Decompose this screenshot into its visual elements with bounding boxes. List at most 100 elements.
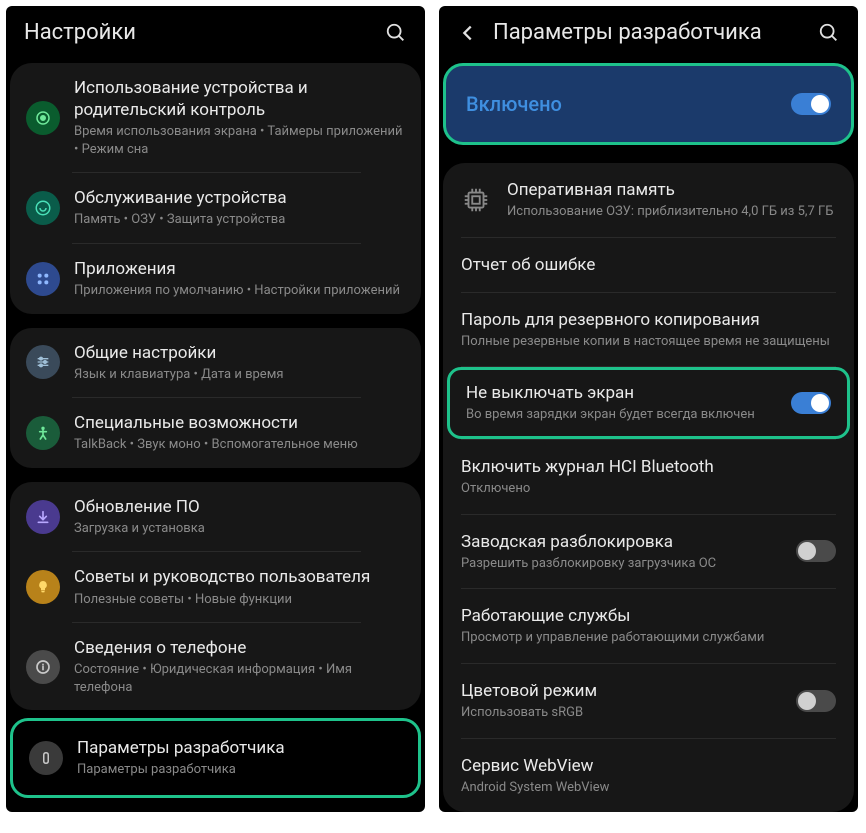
- dev-item-title: Отчет об ошибке: [461, 254, 836, 276]
- settings-item-apps[interactable]: Приложения Приложения по умолчанию • Нас…: [10, 244, 421, 314]
- enabled-label: Включено: [466, 92, 562, 116]
- tips-icon: [26, 570, 60, 604]
- settings-item-title: Приложения: [74, 258, 405, 280]
- settings-item-title: Параметры разработчика: [77, 737, 402, 759]
- settings-group: Общие настройки Язык и клавиатура • Дата…: [10, 328, 421, 468]
- dev-item-text: Отчет об ошибке: [461, 254, 836, 276]
- settings-item-sub: Приложения по умолчанию • Настройки прил…: [74, 282, 405, 300]
- settings-item-update[interactable]: Обновление ПО Загрузка и установка: [10, 482, 421, 552]
- settings-item-sub: TalkBack • Звук моно • Вспомогательное м…: [74, 436, 405, 454]
- settings-group: Использование устройства и родительский …: [10, 63, 421, 314]
- dev-item-backup-password[interactable]: Пароль для резервного копирования Полные…: [443, 293, 854, 367]
- page-title: Параметры разработчика: [493, 20, 804, 45]
- dev-item-oem-unlock[interactable]: Заводская разблокировка Разрешить разбло…: [443, 515, 854, 589]
- page-title: Настройки: [24, 20, 371, 45]
- developer-enabled-toggle[interactable]: [791, 93, 831, 115]
- general-icon: [26, 345, 60, 379]
- apps-icon: [26, 262, 60, 296]
- settings-item-title: Общие настройки: [74, 342, 405, 364]
- developer-options-screen: Параметры разработчика Включено Оператив…: [439, 6, 858, 812]
- settings-item-about[interactable]: Сведения о телефоне Состояние • Юридичес…: [10, 623, 421, 710]
- settings-item-text: Советы и руководство пользователя Полезн…: [74, 566, 405, 608]
- developer-icon: [29, 741, 63, 775]
- dev-item-bug-report[interactable]: Отчет об ошибке: [443, 238, 854, 292]
- back-icon[interactable]: [457, 22, 479, 44]
- dev-item-title: Пароль для резервного копирования: [461, 309, 836, 331]
- dev-item-bluetooth-hci[interactable]: Включить журнал HCI Bluetooth Отключено: [443, 440, 854, 514]
- dev-item-text: Заводская разблокировка Разрешить разбло…: [461, 531, 780, 573]
- settings-item-sub: Память • ОЗУ • Защита устройства: [74, 211, 405, 229]
- dev-item-title: Не выключать экран: [466, 382, 775, 404]
- developer-header: Параметры разработчика: [439, 6, 858, 63]
- dev-item-running-services[interactable]: Работающие службы Просмотр и управление …: [443, 589, 854, 663]
- dev-item-sub: Разрешить разблокировку загрузчика ОС: [461, 555, 780, 573]
- search-icon[interactable]: [818, 22, 840, 44]
- developer-options-list: Оперативная память Использование ОЗУ: пр…: [443, 163, 854, 812]
- dev-item-sub: Использовать sRGB: [461, 704, 780, 722]
- settings-item-title: Советы и руководство пользователя: [74, 566, 405, 588]
- device-care-icon: [26, 191, 60, 225]
- dev-item-text: Работающие службы Просмотр и управление …: [461, 605, 836, 647]
- settings-group: Обновление ПО Загрузка и установка Совет…: [10, 482, 421, 710]
- settings-item-text: Обслуживание устройства Память • ОЗУ • З…: [74, 187, 405, 229]
- settings-item-sub: Полезные советы • Новые функции: [74, 591, 405, 609]
- settings-item-developer[interactable]: Параметры разработчика Параметры разрабо…: [13, 721, 418, 795]
- search-icon[interactable]: [385, 22, 407, 44]
- settings-item-wellbeing[interactable]: Использование устройства и родительский …: [10, 63, 421, 172]
- settings-item-text: Сведения о телефоне Состояние • Юридичес…: [74, 637, 405, 696]
- dev-item-sub: Отключено: [461, 480, 836, 498]
- settings-item-text: Специальные возможности TalkBack • Звук …: [74, 412, 405, 454]
- settings-item-sub: Загрузка и установка: [74, 520, 405, 538]
- settings-item-text: Общие настройки Язык и клавиатура • Дата…: [74, 342, 405, 384]
- dev-item-sub: Во время зарядки экран будет всегда вклю…: [466, 406, 775, 424]
- stay-awake-highlight: Не выключать экран Во время зарядки экра…: [447, 367, 850, 439]
- dev-item-text: Включить журнал HCI Bluetooth Отключено: [461, 456, 836, 498]
- settings-item-general[interactable]: Общие настройки Язык и клавиатура • Дата…: [10, 328, 421, 398]
- settings-item-text: Приложения Приложения по умолчанию • Нас…: [74, 258, 405, 300]
- settings-item-sub: Состояние • Юридическая информация • Имя…: [74, 661, 405, 696]
- dev-item-title: Оперативная память: [507, 179, 836, 201]
- settings-header: Настройки: [6, 6, 425, 63]
- stay-awake-toggle[interactable]: [791, 392, 831, 414]
- about-icon: [26, 650, 60, 684]
- dev-item-text: Оперативная память Использование ОЗУ: пр…: [507, 179, 836, 221]
- dev-item-text: Цветовой режим Использовать sRGB: [461, 680, 780, 722]
- dev-item-stay-awake[interactable]: Не выключать экран Во время зарядки экра…: [450, 370, 847, 436]
- accessibility-icon: [26, 416, 60, 450]
- cpu-icon: [461, 185, 491, 215]
- settings-item-accessibility[interactable]: Специальные возможности TalkBack • Звук …: [10, 398, 421, 468]
- dev-item-text: Пароль для резервного копирования Полные…: [461, 309, 836, 351]
- settings-screen: Настройки Использование устройства и род…: [6, 6, 425, 812]
- developer-options-highlight: Параметры разработчика Параметры разрабо…: [10, 718, 421, 798]
- settings-item-care[interactable]: Обслуживание устройства Память • ОЗУ • З…: [10, 173, 421, 243]
- dev-item-text: Не выключать экран Во время зарядки экра…: [466, 382, 775, 424]
- settings-item-text: Параметры разработчика Параметры разрабо…: [77, 737, 402, 779]
- settings-item-title: Обновление ПО: [74, 496, 405, 518]
- settings-item-tips[interactable]: Советы и руководство пользователя Полезн…: [10, 552, 421, 622]
- dev-item-color-mode[interactable]: Цветовой режим Использовать sRGB: [443, 664, 854, 738]
- settings-item-title: Обслуживание устройства: [74, 187, 405, 209]
- color-mode-toggle[interactable]: [796, 690, 836, 712]
- oem-unlock-toggle[interactable]: [796, 540, 836, 562]
- dev-item-webview[interactable]: Сервис WebView Android System WebView: [443, 739, 854, 813]
- developer-enabled-card[interactable]: Включено: [443, 63, 854, 145]
- dev-item-memory[interactable]: Оперативная память Использование ОЗУ: пр…: [443, 163, 854, 237]
- dev-item-sub: Просмотр и управление работающими служба…: [461, 629, 836, 647]
- settings-item-text: Использование устройства и родительский …: [74, 77, 405, 158]
- dev-item-sub: Полные резервные копии в настоящее время…: [461, 333, 836, 351]
- update-icon: [26, 500, 60, 534]
- settings-item-sub: Время использования экрана • Таймеры при…: [74, 123, 405, 158]
- dev-item-sub: Использование ОЗУ: приблизительно 4,0 ГБ…: [507, 203, 836, 221]
- settings-item-title: Сведения о телефоне: [74, 637, 405, 659]
- settings-item-sub: Параметры разработчика: [77, 761, 402, 779]
- dev-item-title: Сервис WebView: [461, 755, 836, 777]
- wellbeing-icon: [26, 101, 60, 135]
- dev-item-title: Заводская разблокировка: [461, 531, 780, 553]
- settings-item-title: Использование устройства и родительский …: [74, 77, 405, 121]
- dev-item-title: Включить журнал HCI Bluetooth: [461, 456, 836, 478]
- settings-item-title: Специальные возможности: [74, 412, 405, 434]
- settings-item-text: Обновление ПО Загрузка и установка: [74, 496, 405, 538]
- dev-item-title: Цветовой режим: [461, 680, 780, 702]
- dev-item-sub: Android System WebView: [461, 779, 836, 797]
- settings-item-sub: Язык и клавиатура • Дата и время: [74, 366, 405, 384]
